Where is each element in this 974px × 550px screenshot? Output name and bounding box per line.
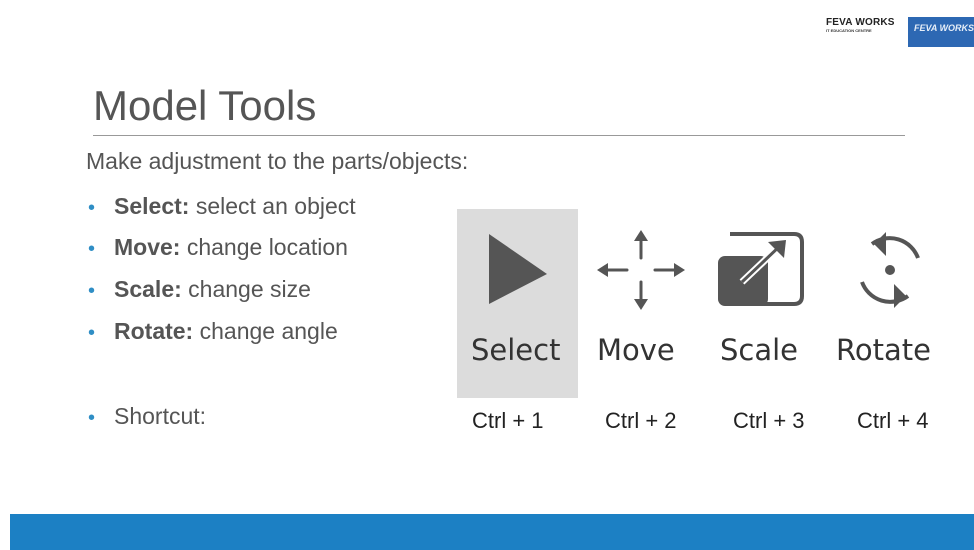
logo-name: FEVA WORKS — [826, 17, 895, 28]
bullet-term: Move: — [114, 234, 181, 260]
slide-title: Model Tools — [93, 82, 317, 129]
bullet-dot-icon: • — [88, 197, 96, 219]
bullet-item-shortcut: • Shortcut: — [88, 403, 488, 430]
bullet-desc: change location — [180, 234, 348, 260]
bullet-dot-icon: • — [88, 280, 96, 302]
slide-subtitle: Make adjustment to the parts/objects: — [86, 148, 469, 174]
bullet-desc: change angle — [193, 318, 338, 344]
bullet-dot-icon: • — [88, 407, 96, 429]
scale-icon — [718, 232, 804, 306]
bullet-item-move: • Move: change location — [88, 234, 488, 261]
tool-label-select: Select — [471, 333, 561, 367]
logo-text: FEVA WORKS IT EDUCATION CENTRE — [826, 17, 910, 34]
shortcut-select: Ctrl + 1 — [472, 408, 544, 433]
footer-bar — [10, 514, 974, 550]
shortcut-label: Shortcut: — [114, 403, 207, 429]
move-arrows-icon — [597, 230, 685, 310]
logo-box: FEVA WORKS — [908, 17, 974, 47]
tool-label-rotate: Rotate — [836, 333, 931, 367]
bullet-term: Select: — [114, 193, 190, 219]
shortcut-rotate: Ctrl + 4 — [857, 408, 929, 433]
bullet-dot-icon: • — [88, 322, 96, 344]
shortcut-scale: Ctrl + 3 — [733, 408, 805, 433]
bullet-term: Scale: — [114, 276, 182, 302]
bullet-item-rotate: • Rotate: change angle — [88, 318, 488, 345]
bullet-term: Rotate: — [114, 318, 194, 344]
bullet-item-scale: • Scale: change size — [88, 276, 488, 303]
rotate-icon — [860, 232, 920, 308]
logo-subtitle: IT EDUCATION CENTRE — [826, 28, 872, 33]
tool-label-scale: Scale — [720, 333, 799, 367]
tool-label-move: Move — [597, 333, 675, 367]
bullet-desc: select an object — [189, 193, 356, 219]
shortcut-move: Ctrl + 2 — [605, 408, 677, 433]
bullet-desc: change size — [181, 276, 311, 302]
cursor-arrow-icon — [489, 234, 547, 304]
feva-works-logo: FEVA WORKS IT EDUCATION CENTRE FEVA WORK… — [826, 17, 974, 47]
bullet-item-select: • Select: select an object — [88, 193, 488, 220]
title-divider — [93, 135, 905, 136]
bullet-dot-icon: • — [88, 238, 96, 260]
